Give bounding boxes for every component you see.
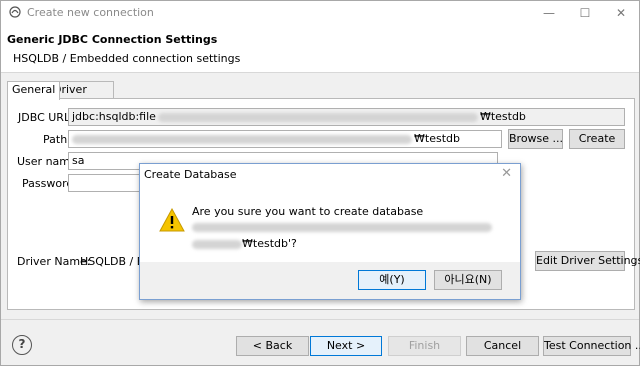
tab-general[interactable]: General bbox=[7, 81, 61, 100]
jdbc-url-label: JDBC URL: bbox=[18, 111, 74, 124]
footer-divider bbox=[1, 319, 639, 320]
minimize-icon[interactable]: — bbox=[535, 3, 563, 23]
dialog-message-line3: ₩testdb'? bbox=[192, 236, 512, 252]
redacted-text bbox=[72, 134, 412, 144]
password-field[interactable] bbox=[68, 174, 148, 192]
dialog-footer: 예(Y) 아니요(N) bbox=[140, 262, 520, 299]
redacted-text bbox=[192, 239, 242, 249]
page-subtitle: HSQLDB / Embedded connection settings bbox=[13, 52, 241, 65]
redacted-text bbox=[192, 222, 492, 232]
dialog-message-line2 bbox=[192, 220, 512, 236]
dialog-message: Are you sure you want to create database… bbox=[192, 204, 512, 252]
path-label: Path: bbox=[43, 133, 71, 146]
dialog-title: Create Database bbox=[144, 168, 237, 181]
redacted-text bbox=[157, 112, 478, 122]
close-icon[interactable]: ✕ bbox=[607, 3, 635, 23]
window-title: Create new connection bbox=[27, 6, 154, 19]
jdbc-url-prefix: jdbc:hsqldb:file bbox=[72, 110, 156, 123]
wizard-header: Generic JDBC Connection Settings HSQLDB … bbox=[1, 25, 639, 73]
page-title: Generic JDBC Connection Settings bbox=[7, 33, 218, 46]
create-button[interactable]: Create bbox=[569, 129, 625, 149]
title-bar: Create new connection — ☐ ✕ bbox=[1, 1, 639, 25]
jdbc-url-field[interactable]: jdbc:hsqldb:file ₩testdb bbox=[68, 108, 625, 126]
create-connection-window: Create new connection — ☐ ✕ Generic JDBC… bbox=[0, 0, 640, 366]
jdbc-url-suffix: ₩testdb bbox=[479, 110, 526, 123]
path-suffix: ₩testdb bbox=[414, 132, 460, 145]
edit-driver-settings-button[interactable]: Edit Driver Settings bbox=[535, 251, 640, 271]
cancel-button[interactable]: Cancel bbox=[466, 336, 539, 356]
dialog-close-icon[interactable]: ✕ bbox=[501, 166, 512, 181]
browse-button[interactable]: Browse ... bbox=[508, 129, 563, 149]
back-button[interactable]: < Back bbox=[236, 336, 309, 356]
dialog-message-suffix: ₩testdb'? bbox=[242, 237, 297, 250]
help-icon[interactable]: ? bbox=[12, 335, 32, 355]
finish-button[interactable]: Finish bbox=[388, 336, 461, 356]
next-button[interactable]: Next > bbox=[310, 336, 382, 356]
create-database-dialog: Create Database ✕ Are you sure you want … bbox=[139, 163, 521, 300]
yes-button[interactable]: 예(Y) bbox=[358, 270, 426, 290]
warning-icon bbox=[159, 208, 185, 232]
app-icon bbox=[9, 6, 21, 18]
path-field[interactable]: ₩testdb bbox=[68, 130, 502, 148]
maximize-icon[interactable]: ☐ bbox=[571, 3, 599, 23]
no-button[interactable]: 아니요(N) bbox=[434, 270, 502, 290]
dialog-message-line1: Are you sure you want to create database bbox=[192, 205, 424, 218]
test-connection-button[interactable]: Test Connection ... bbox=[543, 336, 640, 356]
